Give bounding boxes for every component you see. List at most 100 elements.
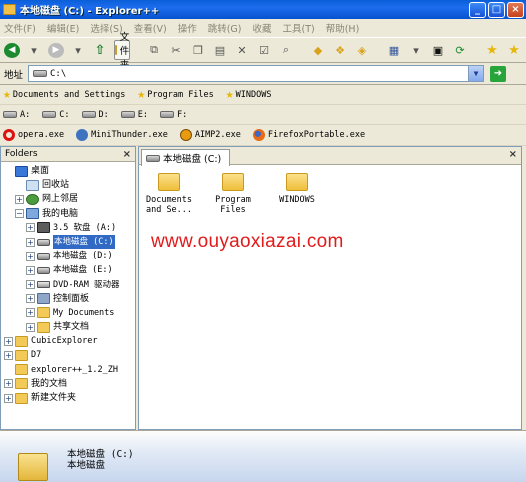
tree-node[interactable]: explorer++_1.2_ZH — [1, 363, 135, 377]
menu-file[interactable]: 文件(F) — [4, 21, 36, 35]
tree-node[interactable]: + 控制面板 — [1, 292, 135, 306]
address-input[interactable]: C:\ ▼ — [28, 65, 484, 82]
app-item-firefox[interactable]: FirefoxPortable.exe — [252, 129, 365, 141]
drive-item[interactable]: F: — [160, 110, 187, 120]
file-item[interactable]: WINDOWS — [270, 173, 324, 205]
views-icon[interactable]: ▦ — [386, 40, 402, 60]
expand-toggle-icon[interactable]: + — [26, 308, 35, 318]
tree-node[interactable]: + 我的文档 — [1, 377, 135, 391]
file-item[interactable]: Documents and Se... — [142, 173, 196, 215]
search-icon[interactable]: ⌕ — [278, 40, 294, 60]
folder-icon — [15, 335, 28, 347]
tab-close-button[interactable]: × — [509, 149, 517, 160]
delete-icon[interactable]: ✕ — [234, 40, 250, 60]
menu-select[interactable]: 选择(S) — [90, 21, 122, 35]
properties-icon[interactable]: ☑ — [256, 40, 272, 60]
back-dropdown-icon[interactable]: ▾ — [26, 40, 42, 60]
maximize-button[interactable]: □ — [488, 1, 505, 18]
tree-node[interactable]: +3.5 软盘 (A:) — [1, 221, 135, 235]
tab-local-disk-c[interactable]: 本地磁盘 (C:) — [141, 149, 231, 166]
tree-node[interactable]: − 我的电脑 — [1, 207, 135, 221]
expand-toggle-icon[interactable]: + — [26, 322, 35, 332]
file-name-line1: Documents — [145, 195, 193, 205]
file-name-line2: and Se... — [145, 205, 193, 215]
bookmark-label: Program Files — [147, 89, 214, 100]
tree-node[interactable]: + 网上邻居 — [1, 192, 135, 206]
file-item[interactable]: Program Files — [206, 173, 260, 215]
menu-actions[interactable]: 操作 — [178, 21, 197, 35]
views-dropdown-icon[interactable]: ▾ — [408, 40, 424, 60]
expand-toggle-icon[interactable]: + — [26, 280, 35, 290]
app-item-aimp[interactable]: AIMP2.exe — [179, 129, 241, 141]
tree-node[interactable]: + 本地磁盘 (C:) — [1, 234, 135, 250]
expand-toggle-icon[interactable]: + — [4, 393, 13, 403]
collapse-toggle-icon[interactable]: − — [15, 209, 24, 219]
tree-node[interactable]: + My Documents — [1, 306, 135, 320]
expand-toggle-icon[interactable]: + — [26, 223, 35, 233]
menu-favorites[interactable]: 收藏 — [252, 21, 271, 35]
menu-edit[interactable]: 编辑(E) — [47, 21, 79, 35]
back-button[interactable]: ◀ — [4, 42, 20, 58]
tree-node[interactable]: 桌面 — [1, 164, 135, 178]
copy-to-icon[interactable]: ⧉ — [146, 40, 162, 60]
menu-go[interactable]: 跳转(G) — [208, 21, 242, 35]
tree-node[interactable]: + CubicExplorer — [1, 334, 135, 348]
tree-node[interactable]: + 本地磁盘 (E:) — [1, 263, 135, 277]
copy-icon[interactable]: ❐ — [190, 40, 206, 60]
tree-node[interactable]: + 本地磁盘 (D:) — [1, 249, 135, 263]
folders-toggle-button[interactable]: 文件夹 — [114, 32, 130, 71]
cut-icon[interactable]: ✂ — [168, 40, 184, 60]
drive-item[interactable]: D: — [81, 110, 109, 120]
copy-folder-icon[interactable]: ❖ — [332, 40, 348, 60]
tree-node[interactable]: 回收站 — [1, 178, 135, 192]
expand-toggle-icon[interactable]: + — [26, 265, 35, 275]
bookmark-item[interactable]: ★ Program Files — [137, 87, 213, 102]
tree-node[interactable]: + DVD-RAM 驱动器 — [1, 278, 135, 292]
close-button[interactable]: × — [507, 1, 524, 18]
paste-icon[interactable]: ▤ — [212, 40, 228, 60]
add-bookmark-icon[interactable]: ★ — [484, 40, 500, 60]
tree-node[interactable]: + 新建文件夹 — [1, 391, 135, 405]
refresh-icon[interactable]: ⟳ — [452, 40, 468, 60]
computer-icon — [26, 208, 39, 220]
move-folder-icon[interactable]: ◈ — [354, 40, 370, 60]
menu-view[interactable]: 查看(V) — [134, 21, 167, 35]
details-text: 本地磁盘 (C:) 本地磁盘 — [67, 449, 134, 471]
menu-help[interactable]: 帮助(H) — [326, 21, 360, 35]
tree-node-label: 3.5 软盘 (A:) — [53, 222, 117, 233]
tree-node[interactable]: + D7 — [1, 348, 135, 362]
folders-pane-close-button[interactable]: × — [123, 149, 131, 160]
address-dropdown-button[interactable]: ▼ — [468, 66, 483, 81]
go-button[interactable]: ➜ — [490, 65, 506, 82]
new-folder-icon[interactable]: ◆ — [310, 40, 326, 60]
drive-item[interactable]: C: — [42, 110, 70, 120]
up-folder-button[interactable]: ⇧ — [92, 40, 108, 60]
expand-toggle-icon[interactable]: + — [15, 194, 24, 204]
title-bar[interactable]: 本地磁盘 (C:) - Explorer++ _ □ × — [0, 0, 526, 19]
expand-toggle-icon[interactable]: + — [4, 336, 13, 346]
drive-item[interactable]: E: — [120, 109, 148, 120]
drive-item[interactable]: A: — [3, 110, 30, 120]
forward-dropdown-icon[interactable]: ▾ — [70, 40, 86, 60]
details-pane: 本地磁盘 (C:) 本地磁盘 — [0, 430, 526, 482]
expand-toggle-icon[interactable]: + — [26, 251, 35, 261]
menu-tools[interactable]: 工具(T) — [283, 21, 315, 35]
file-list-pane: 本地磁盘 (C:) × Documents and Se... Program … — [138, 146, 522, 430]
bookmark-item[interactable]: ★ WINDOWS — [226, 87, 272, 102]
expand-toggle-icon[interactable]: + — [4, 351, 13, 361]
app-item-minithunder[interactable]: MiniThunder.exe — [76, 129, 168, 141]
recycle-bin-icon — [26, 179, 39, 191]
expand-toggle-icon[interactable]: + — [26, 237, 35, 247]
folder-tree[interactable]: 桌面 回收站 + 网上邻居 − 我的电脑 +3.5 软盘 (A:) + 本地磁盘 (C:) + 本地… — [1, 162, 135, 405]
minimize-button[interactable]: _ — [469, 1, 486, 18]
drive-label: E: — [137, 109, 148, 120]
expand-toggle-icon[interactable]: + — [4, 379, 13, 389]
bookmark-item[interactable]: ★ Documents and Settings — [3, 87, 125, 102]
tree-node[interactable]: + 共享文档 — [1, 320, 135, 334]
command-prompt-icon[interactable]: ▣ — [430, 40, 446, 60]
app-item-opera[interactable]: opera.exe — [3, 129, 64, 141]
forward-button[interactable]: ▶ — [48, 42, 64, 58]
application-toolbar: opera.exe MiniThunder.exe AIMP2.exe Fire… — [0, 125, 526, 146]
organize-bookmarks-icon[interactable]: ★ — [506, 40, 522, 60]
expand-toggle-icon[interactable]: + — [26, 294, 35, 304]
